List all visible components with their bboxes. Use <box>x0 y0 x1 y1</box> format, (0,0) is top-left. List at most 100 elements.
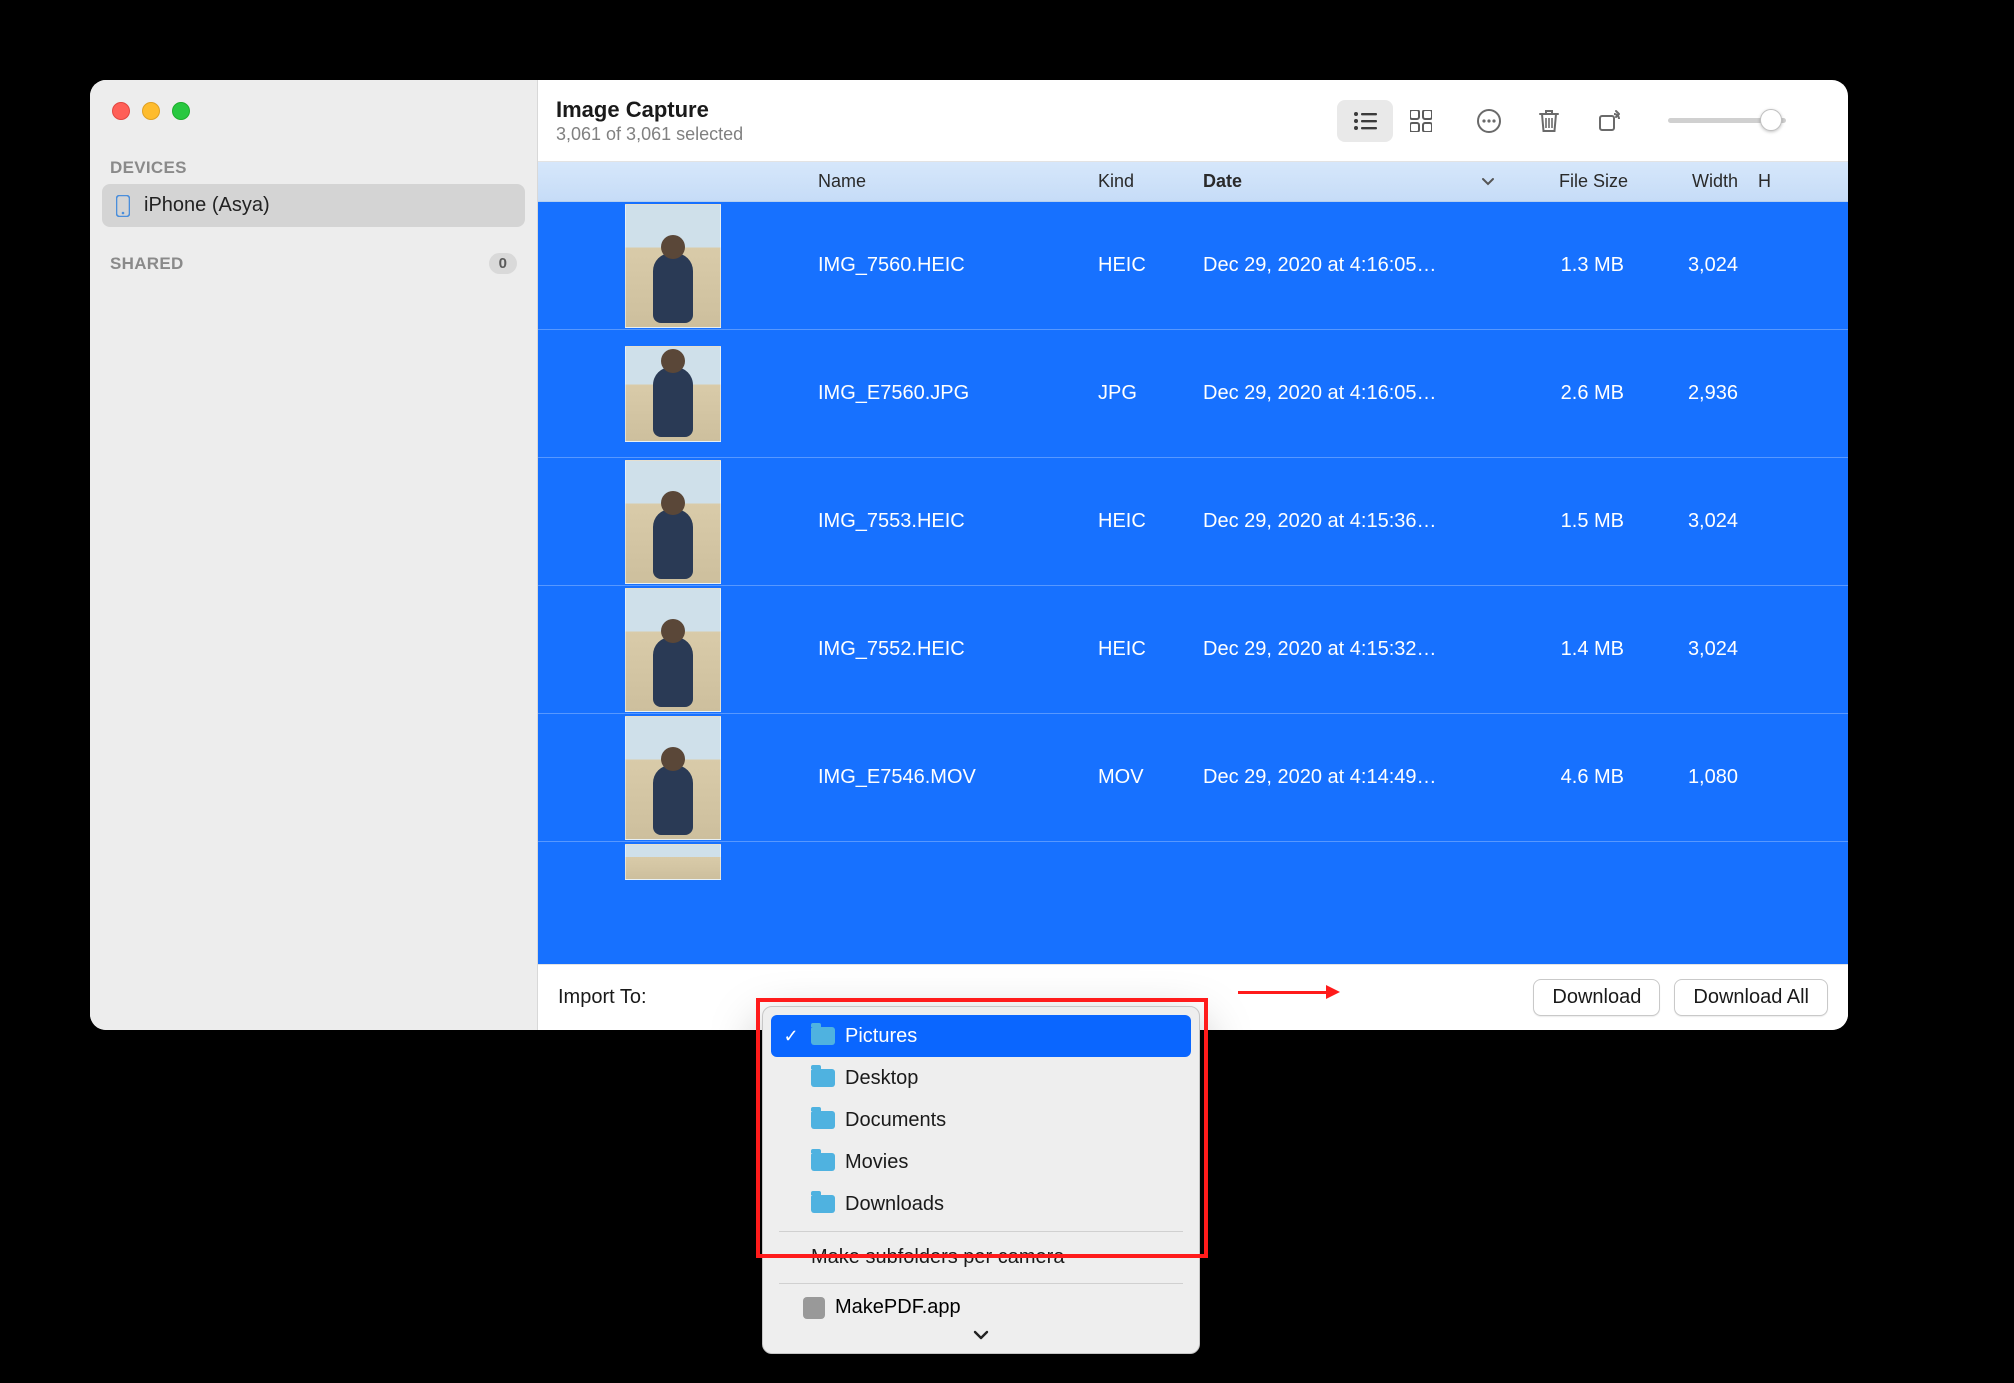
folder-icon <box>811 1069 835 1087</box>
cell-width: 3,024 <box>1638 254 1748 277</box>
annotation-arrow <box>1238 985 1340 999</box>
folder-icon <box>811 1153 835 1171</box>
cell-name: IMG_7560.HEIC <box>808 254 1088 277</box>
cell-date: Dec 29, 2020 at 4:14:49… <box>1193 766 1513 789</box>
menu-item-makepdf[interactable]: MakePDF.app <box>771 1290 1191 1325</box>
view-mode-segmented <box>1334 97 1452 145</box>
shared-section-label: SHARED <box>110 254 184 274</box>
devices-section-label: DEVICES <box>90 150 537 184</box>
list-icon <box>1353 111 1377 131</box>
cell-size: 4.6 MB <box>1513 766 1638 789</box>
menu-item-subfolders[interactable]: Make subfolders per camera <box>771 1238 1191 1277</box>
column-date-label: Date <box>1203 171 1242 192</box>
grid-view-button[interactable] <box>1393 100 1449 142</box>
table-header: Name Kind Date File Size Width H <box>538 162 1848 202</box>
cell-kind: MOV <box>1088 766 1193 789</box>
cell-width: 3,024 <box>1638 638 1748 661</box>
table-row[interactable] <box>538 842 1848 882</box>
main-area: Image Capture 3,061 of 3,061 selected <box>538 80 1848 1030</box>
folder-icon <box>811 1027 835 1045</box>
ellipsis-circle-icon <box>1476 108 1502 134</box>
rotate-icon <box>1596 108 1622 134</box>
image-capture-window: DEVICES iPhone (Asya) SHARED 0 Image Cap… <box>90 80 1848 1030</box>
column-filesize[interactable]: File Size <box>1513 171 1638 192</box>
cell-width: 3,024 <box>1638 510 1748 533</box>
selection-subtitle: 3,061 of 3,061 selected <box>556 124 743 145</box>
thumbnail <box>625 346 721 442</box>
column-date[interactable]: Date <box>1193 171 1513 192</box>
trash-icon <box>1537 108 1561 134</box>
thumbnail <box>625 716 721 840</box>
download-button[interactable]: Download <box>1533 979 1660 1016</box>
toolbar: Image Capture 3,061 of 3,061 selected <box>538 80 1848 162</box>
column-height[interactable]: H <box>1748 171 1848 192</box>
cell-kind: HEIC <box>1088 638 1193 661</box>
folder-icon <box>811 1195 835 1213</box>
cell-date: Dec 29, 2020 at 4:15:36… <box>1193 510 1513 533</box>
download-all-button[interactable]: Download All <box>1674 979 1828 1016</box>
chevron-down-icon <box>1481 177 1495 187</box>
cell-size: 1.5 MB <box>1513 510 1638 533</box>
delete-button[interactable] <box>1526 100 1572 142</box>
title-block: Image Capture 3,061 of 3,061 selected <box>556 97 743 145</box>
menu-item-label: Pictures <box>845 1025 917 1048</box>
menu-item-folder[interactable]: Desktop <box>771 1057 1191 1099</box>
cell-size: 2.6 MB <box>1513 382 1638 405</box>
close-button[interactable] <box>112 102 130 120</box>
cell-size: 1.4 MB <box>1513 638 1638 661</box>
cell-width: 1,080 <box>1638 766 1748 789</box>
rotate-button[interactable] <box>1586 100 1632 142</box>
column-kind[interactable]: Kind <box>1088 171 1193 192</box>
file-list: IMG_7560.HEIC HEIC Dec 29, 2020 at 4:16:… <box>538 202 1848 964</box>
cell-width: 2,936 <box>1638 382 1748 405</box>
thumbnail <box>625 204 721 328</box>
thumbnail <box>625 588 721 712</box>
table-row[interactable]: IMG_7560.HEIC HEIC Dec 29, 2020 at 4:16:… <box>538 202 1848 330</box>
list-view-button[interactable] <box>1337 100 1393 142</box>
minimize-button[interactable] <box>142 102 160 120</box>
column-name[interactable]: Name <box>808 171 1088 192</box>
column-width[interactable]: Width <box>1638 171 1748 192</box>
cell-kind: JPG <box>1088 382 1193 405</box>
menu-item-folder[interactable]: ✓ Pictures <box>771 1015 1191 1057</box>
import-destination-menu: ✓ Pictures Desktop Documents Movies Downloads… <box>762 1006 1200 1354</box>
table-row[interactable]: IMG_E7546.MOV MOV Dec 29, 2020 at 4:14:4… <box>538 714 1848 842</box>
cell-name: IMG_E7560.JPG <box>808 382 1088 405</box>
table-row[interactable]: IMG_7552.HEIC HEIC Dec 29, 2020 at 4:15:… <box>538 586 1848 714</box>
menu-item-label: Movies <box>845 1151 908 1174</box>
menu-item-folder[interactable]: Downloads <box>771 1183 1191 1225</box>
cell-name: IMG_7553.HEIC <box>808 510 1088 533</box>
slider-thumb[interactable] <box>1760 109 1782 131</box>
check-icon: ✓ <box>781 1026 801 1047</box>
menu-item-label: Downloads <box>845 1193 944 1216</box>
cell-date: Dec 29, 2020 at 4:16:05… <box>1193 254 1513 277</box>
table-row[interactable]: IMG_7553.HEIC HEIC Dec 29, 2020 at 4:15:… <box>538 458 1848 586</box>
cell-name: IMG_E7546.MOV <box>808 766 1088 789</box>
sidebar: DEVICES iPhone (Asya) SHARED 0 <box>90 80 538 1030</box>
iphone-icon <box>116 195 130 217</box>
menu-item-folder[interactable]: Documents <box>771 1099 1191 1141</box>
sidebar-item-iphone[interactable]: iPhone (Asya) <box>102 184 525 227</box>
menu-item-label: Documents <box>845 1109 946 1132</box>
zoom-button[interactable] <box>172 102 190 120</box>
folder-icon <box>811 1111 835 1129</box>
window-controls <box>90 102 537 150</box>
cell-kind: HEIC <box>1088 254 1193 277</box>
cell-size: 1.3 MB <box>1513 254 1638 277</box>
slider-track <box>1668 118 1786 123</box>
menu-item-folder[interactable]: Movies <box>771 1141 1191 1183</box>
cell-date: Dec 29, 2020 at 4:16:05… <box>1193 382 1513 405</box>
cell-date: Dec 29, 2020 at 4:15:32… <box>1193 638 1513 661</box>
thumbnail-size-slider[interactable] <box>1668 118 1828 123</box>
menu-more-button[interactable] <box>771 1325 1191 1345</box>
thumbnail <box>625 460 721 584</box>
thumbnail <box>625 844 721 880</box>
shared-count-badge: 0 <box>489 253 517 274</box>
menu-item-label: MakePDF.app <box>835 1296 961 1319</box>
chevron-down-icon <box>973 1330 989 1340</box>
menu-item-label: Desktop <box>845 1067 918 1090</box>
import-to-label: Import To: <box>558 986 647 1009</box>
more-actions-button[interactable] <box>1466 100 1512 142</box>
table-row[interactable]: IMG_E7560.JPG JPG Dec 29, 2020 at 4:16:0… <box>538 330 1848 458</box>
grid-icon <box>1410 110 1432 132</box>
